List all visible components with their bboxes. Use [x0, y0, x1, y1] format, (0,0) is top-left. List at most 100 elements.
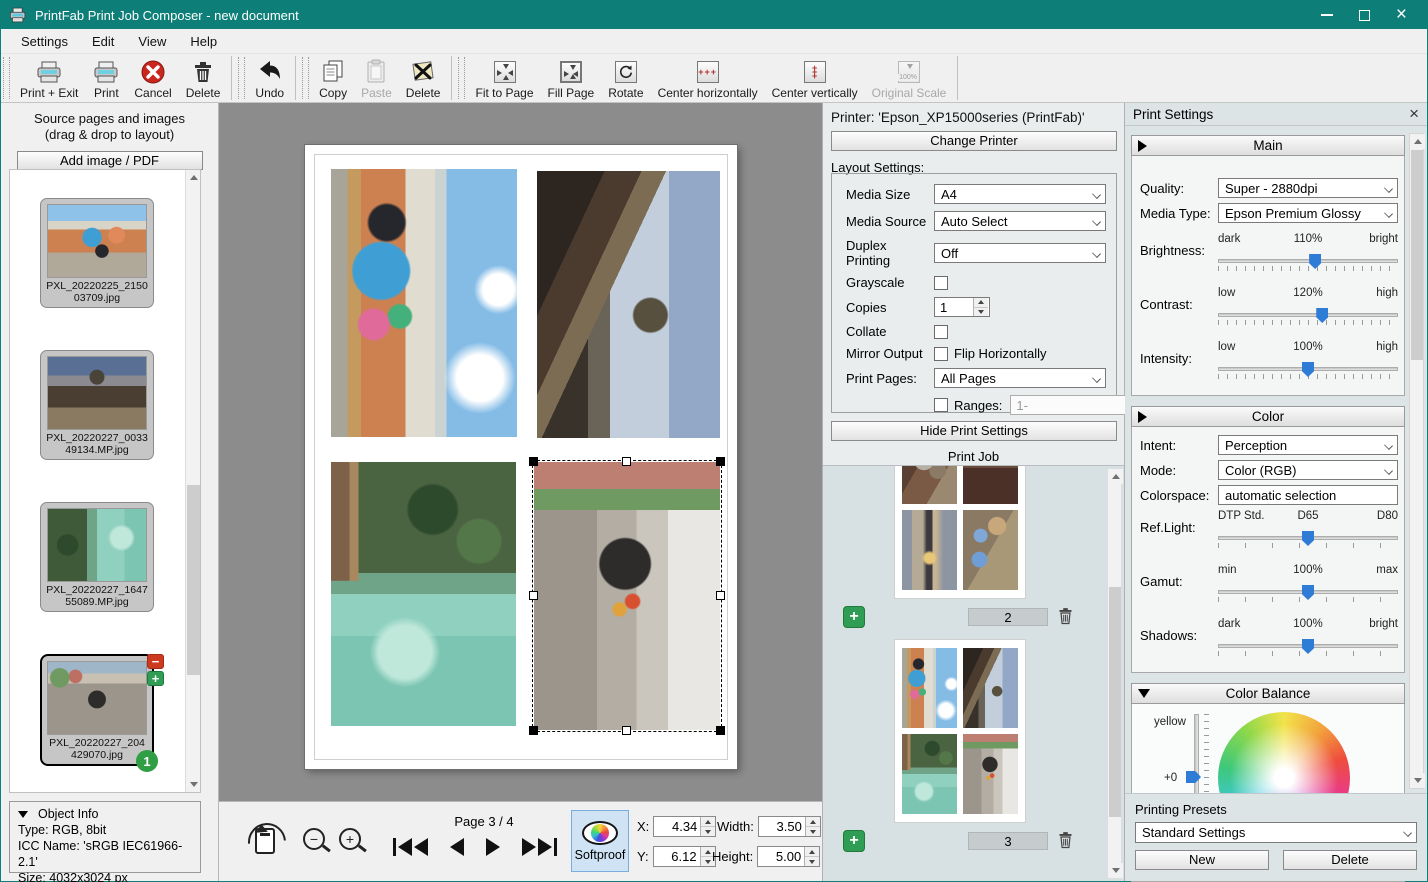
- last-page-button[interactable]: [518, 836, 561, 858]
- spin-down[interactable]: [974, 307, 988, 317]
- first-page-button[interactable]: [389, 836, 432, 858]
- placed-photo-graffiti[interactable]: [331, 169, 517, 437]
- collapse-triangle-icon[interactable]: [18, 811, 28, 818]
- scrollbar-thumb[interactable]: [1411, 150, 1423, 360]
- x-input[interactable]: [653, 816, 716, 837]
- job-page-3-thumbnail[interactable]: [895, 640, 1025, 822]
- media-source-dropdown[interactable]: Auto Select: [934, 211, 1106, 231]
- copies-input[interactable]: [934, 297, 990, 317]
- menu-edit[interactable]: Edit: [80, 32, 126, 51]
- brightness-slider[interactable]: dark110%bright: [1218, 233, 1398, 277]
- spin-down[interactable]: [806, 826, 820, 836]
- scroll-up-arrow[interactable]: [1410, 134, 1425, 149]
- close-button[interactable]: ×: [1396, 8, 1407, 22]
- resize-handle[interactable]: [622, 457, 631, 466]
- main-section-header[interactable]: Main: [1131, 135, 1405, 156]
- media-size-dropdown[interactable]: A4: [934, 184, 1106, 204]
- scroll-up-arrow[interactable]: [1108, 469, 1123, 484]
- flip-horizontally-checkbox[interactable]: [934, 347, 948, 361]
- settings-scrollbar[interactable]: [1409, 133, 1424, 789]
- quality-dropdown[interactable]: Super - 2880dpi: [1218, 178, 1398, 198]
- preset-dropdown[interactable]: Standard Settings: [1135, 822, 1417, 843]
- print-job-list[interactable]: + 2 + 3: [823, 465, 1124, 881]
- source-thumb-1[interactable]: PXL_20220225_215003709.jpg: [40, 198, 154, 308]
- grayscale-checkbox[interactable]: [934, 276, 948, 290]
- softproof-toggle[interactable]: Softproof: [571, 810, 629, 872]
- scroll-down-arrow[interactable]: [1108, 863, 1123, 878]
- height-input[interactable]: [757, 846, 820, 867]
- add-copy-button[interactable]: +: [147, 671, 164, 686]
- scroll-up-arrow[interactable]: [186, 170, 201, 185]
- scrollbar-thumb[interactable]: [187, 485, 200, 675]
- print-pages-dropdown[interactable]: All Pages: [934, 368, 1106, 388]
- collate-checkbox[interactable]: [934, 325, 948, 339]
- spin-up[interactable]: [701, 817, 715, 826]
- placed-photo-church[interactable]: [537, 171, 720, 438]
- undo-button[interactable]: Undo: [248, 54, 291, 102]
- color-balance-section-header[interactable]: Color Balance: [1131, 683, 1405, 704]
- resize-handle[interactable]: [622, 726, 631, 735]
- menu-help[interactable]: Help: [178, 32, 229, 51]
- contrast-slider[interactable]: low120%high: [1218, 287, 1398, 331]
- shadows-slider[interactable]: dark100%bright: [1218, 618, 1398, 662]
- delete-page-button[interactable]: [1058, 831, 1073, 852]
- maximize-button[interactable]: [1359, 10, 1370, 21]
- close-panel-icon[interactable]: ×: [1409, 107, 1419, 121]
- minimize-button[interactable]: [1321, 14, 1333, 16]
- toolbar-grip[interactable]: [302, 57, 309, 99]
- resize-handle[interactable]: [529, 726, 538, 735]
- placed-photo-truck-selected[interactable]: [534, 462, 720, 730]
- source-thumb-2[interactable]: PXL_20220227_003349134.MP.jpg: [40, 350, 154, 460]
- scrollbar-thumb[interactable]: [1109, 587, 1121, 817]
- y-input[interactable]: [653, 846, 716, 867]
- placed-photo-pool[interactable]: [331, 462, 516, 726]
- spin-up[interactable]: [805, 847, 819, 856]
- source-list-scrollbar[interactable]: [185, 170, 200, 792]
- spin-down[interactable]: [805, 856, 819, 866]
- delete-page-button[interactable]: [1058, 607, 1073, 628]
- rotate-button[interactable]: Rotate: [601, 54, 650, 102]
- delete-button[interactable]: Delete: [179, 54, 228, 102]
- zoom-out-button[interactable]: −: [303, 828, 325, 850]
- insert-page-button[interactable]: +: [843, 830, 865, 852]
- page-sheet[interactable]: [305, 145, 737, 769]
- reflight-slider[interactable]: DTP Std.D65D80: [1218, 510, 1398, 554]
- remove-copy-button[interactable]: −: [147, 654, 164, 669]
- zoom-in-button[interactable]: +: [339, 828, 361, 850]
- toolbar-grip[interactable]: [458, 57, 465, 99]
- media-type-dropdown[interactable]: Epson Premium Glossy: [1218, 203, 1398, 223]
- resize-handle[interactable]: [716, 726, 725, 735]
- fill-page-button[interactable]: Fill Page: [541, 54, 602, 102]
- ranges-checkbox[interactable]: [934, 398, 948, 412]
- print-button[interactable]: Print: [85, 54, 127, 102]
- spin-up[interactable]: [806, 817, 820, 826]
- center-vertically-button[interactable]: +++ Center vertically: [765, 54, 865, 102]
- spin-down[interactable]: [701, 826, 715, 836]
- scroll-down-arrow[interactable]: [186, 777, 201, 792]
- resize-handle[interactable]: [716, 591, 725, 600]
- job-page-2-thumbnail[interactable]: [895, 465, 1025, 598]
- previous-page-button[interactable]: [446, 836, 468, 858]
- rotate-page-button[interactable]: [255, 828, 275, 854]
- layout-canvas[interactable]: [219, 103, 823, 801]
- print-exit-button[interactable]: Print + Exit: [13, 54, 85, 102]
- change-printer-button[interactable]: Change Printer: [831, 131, 1117, 151]
- toolbar-grip[interactable]: [238, 57, 245, 99]
- resize-handle[interactable]: [529, 457, 538, 466]
- intensity-slider[interactable]: low100%high: [1218, 341, 1398, 385]
- print-job-scrollbar[interactable]: [1107, 468, 1122, 879]
- fit-to-page-button[interactable]: Fit to Page: [468, 54, 540, 102]
- width-input[interactable]: [758, 816, 821, 837]
- scroll-down-arrow[interactable]: [1410, 773, 1425, 788]
- duplex-dropdown[interactable]: Off: [934, 243, 1106, 263]
- source-thumb-3[interactable]: PXL_20220227_164755089.MP.jpg: [40, 502, 154, 612]
- hide-print-settings-button[interactable]: Hide Print Settings: [831, 421, 1117, 441]
- add-image-pdf-button[interactable]: Add image / PDF: [17, 151, 203, 170]
- color-section-header[interactable]: Color: [1131, 406, 1405, 427]
- source-thumbnail-list[interactable]: PXL_20220225_215003709.jpg PXL_20220227_…: [9, 169, 201, 793]
- colorspace-field[interactable]: automatic selection: [1218, 485, 1398, 505]
- mode-dropdown[interactable]: Color (RGB): [1218, 460, 1398, 480]
- delete-preset-button[interactable]: Delete: [1283, 850, 1417, 870]
- copy-button[interactable]: Copy: [312, 54, 354, 102]
- next-page-button[interactable]: [482, 836, 504, 858]
